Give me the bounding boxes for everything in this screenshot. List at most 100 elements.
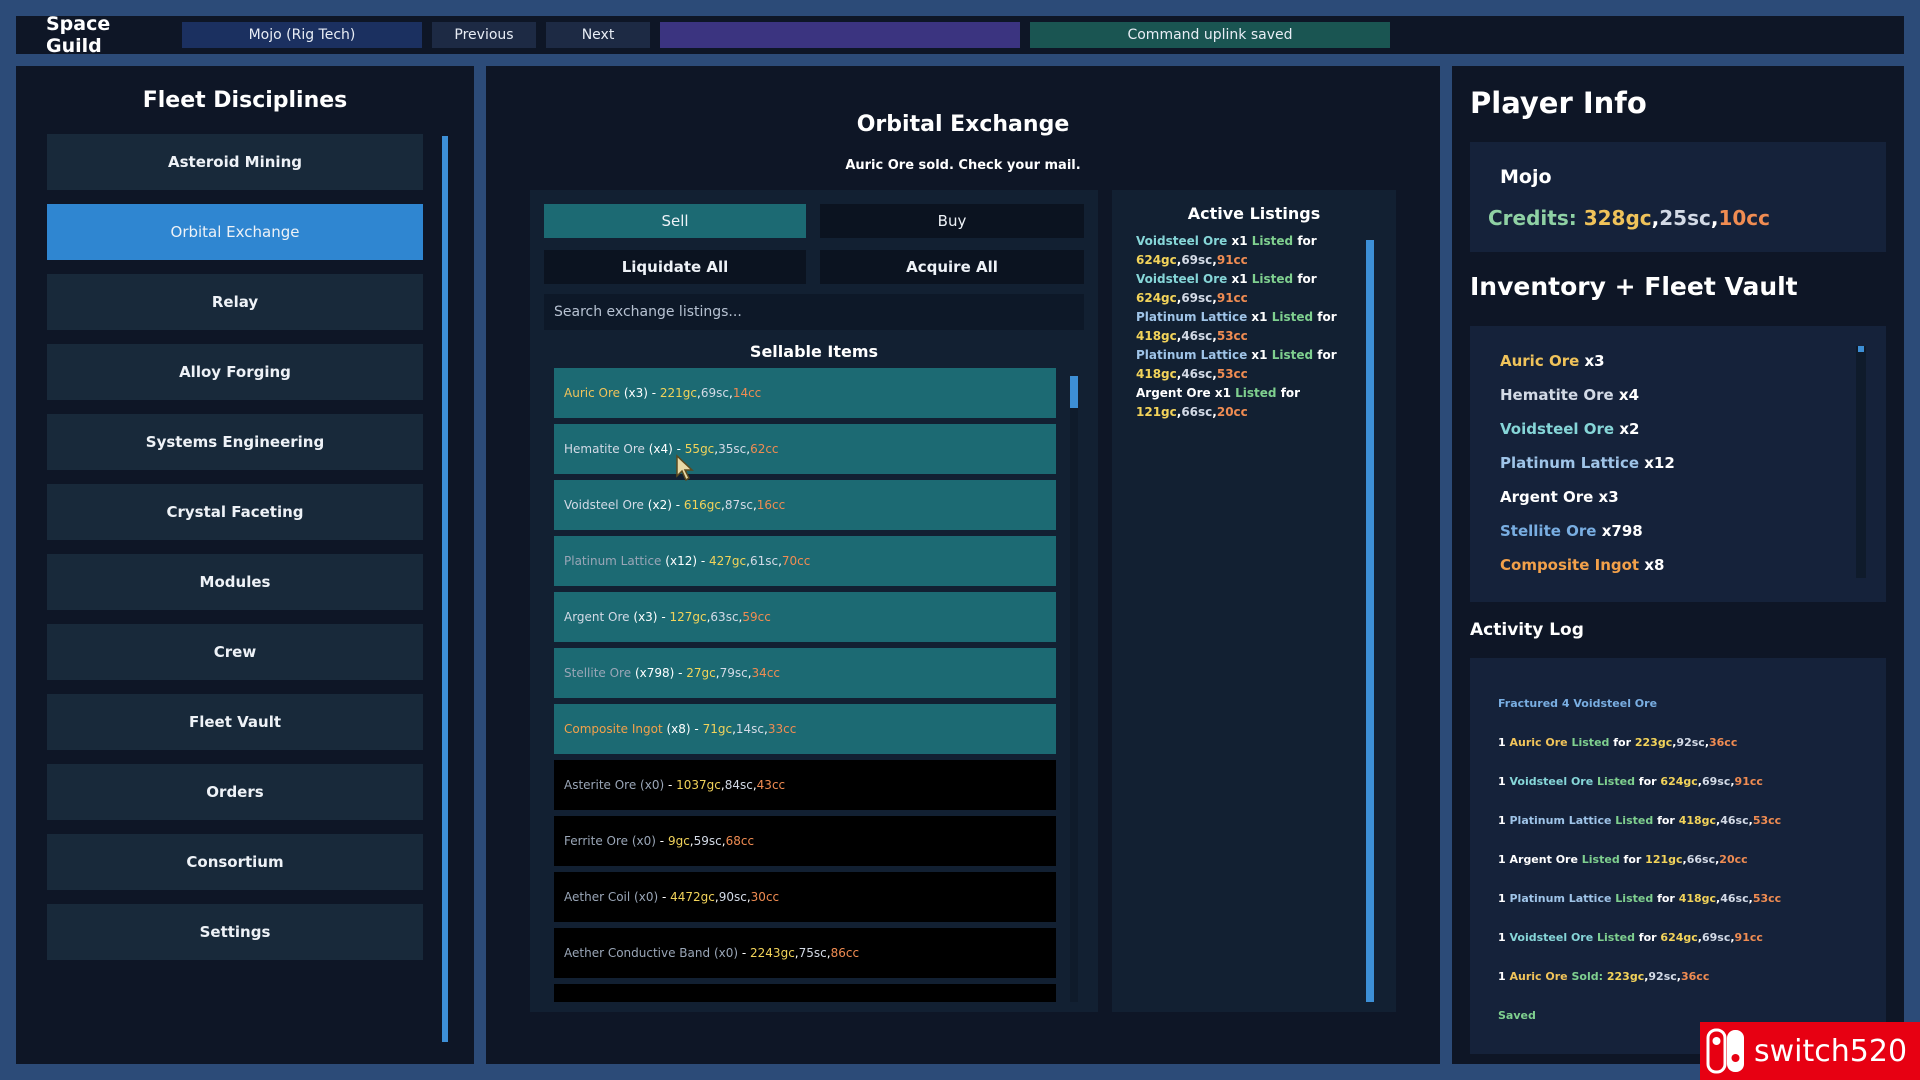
exchange-box: Sell Buy Liquidate All Acquire All Sella… xyxy=(530,190,1098,1012)
next-button[interactable]: Next xyxy=(546,22,650,48)
price-gc: 624gc xyxy=(1660,775,1698,788)
sellable-item-row[interactable]: Hematite Ore (x4) - 55gc,35sc,62cc xyxy=(554,424,1056,474)
inventory-item[interactable]: Auric Ore x3 xyxy=(1500,344,1675,378)
log-entry: 1 Voidsteel Ore Listed for 624gc,69sc,91… xyxy=(1498,762,1781,801)
active-listing[interactable]: Voidsteel Ore x1 Listed for 624gc,69sc,91… xyxy=(1136,232,1366,270)
active-listing[interactable]: Platinum Lattice x1 Listed for 418gc,46sc… xyxy=(1136,346,1366,384)
inventory-item[interactable]: Argent Ore x3 xyxy=(1500,480,1675,514)
log-action: Listed xyxy=(1581,853,1620,866)
sell-tab[interactable]: Sell xyxy=(544,204,806,238)
inventory-item[interactable]: Voidsteel Ore x2 xyxy=(1500,412,1675,446)
item-qty: (x8) xyxy=(666,722,691,736)
price-cc: 91cc xyxy=(1734,775,1763,788)
inventory-item-qty: x3 xyxy=(1584,352,1605,370)
inventory-item[interactable]: Hematite Ore x4 xyxy=(1500,378,1675,412)
price-cc: 16cc xyxy=(756,498,786,512)
log-entry: 1 Platinum Lattice Listed for 418gc,46sc… xyxy=(1498,801,1781,840)
price-cc: 33cc xyxy=(767,722,797,736)
activity-log-title: Activity Log xyxy=(1470,620,1584,640)
sellable-item-row[interactable]: Asterite Ore (x0) - 1037gc,84sc,43cc xyxy=(554,760,1056,810)
active-listings-title: Active Listings xyxy=(1187,204,1321,223)
price-gc: 127gc xyxy=(669,610,707,624)
listing-name: Voidsteel Ore xyxy=(1136,234,1228,248)
item-qty: (x0) xyxy=(634,890,659,904)
previous-button[interactable]: Previous xyxy=(432,22,536,48)
active-listing[interactable]: Platinum Lattice x1 Listed for 418gc,46sc… xyxy=(1136,308,1366,346)
log-qty: 1 xyxy=(1498,736,1506,749)
item-qty: (x2) xyxy=(647,498,672,512)
inventory-item[interactable]: Platinum Lattice x12 xyxy=(1500,446,1675,480)
page-title: Orbital Exchange xyxy=(856,112,1070,137)
sellable-item-row[interactable]: Composite Ingot (x8) - 71gc,14sc,33cc xyxy=(554,704,1056,754)
separator: - xyxy=(655,834,668,848)
sellable-item-row[interactable]: Ferrite Ore (x0) - 9gc,59sc,68cc xyxy=(554,816,1056,866)
price-gc: 418gc xyxy=(1136,367,1177,381)
nav-item-fleet-vault[interactable]: Fleet Vault xyxy=(47,694,423,750)
log-item-name: Auric Ore xyxy=(1509,736,1568,749)
price-cc: 34cc xyxy=(751,666,781,680)
sellable-item-row[interactable] xyxy=(554,984,1056,1002)
credits-sc: 25sc xyxy=(1659,206,1711,230)
liquidate-all-button[interactable]: Liquidate All xyxy=(544,250,806,284)
price-sc: 46sc xyxy=(1720,892,1749,905)
nav-item-crew[interactable]: Crew xyxy=(47,624,423,680)
price-sc: 14sc xyxy=(735,722,765,736)
active-listing[interactable]: Voidsteel Ore x1 Listed for 624gc,69sc,91… xyxy=(1136,270,1366,308)
credits-cc: 10cc xyxy=(1718,206,1770,230)
price-sc: 69sc xyxy=(1701,775,1731,788)
log-action: Listed xyxy=(1615,892,1654,905)
nav-item-asteroid-mining[interactable]: Asteroid Mining xyxy=(47,134,423,190)
nav-item-settings[interactable]: Settings xyxy=(47,904,423,960)
items-scrollbar-thumb[interactable] xyxy=(1070,376,1078,408)
log-item-name: Platinum Lattice xyxy=(1509,892,1612,905)
log-for: for xyxy=(1657,892,1675,905)
buy-tab[interactable]: Buy xyxy=(820,204,1084,238)
sellable-item-row[interactable]: Auric Ore (x3) - 221gc,69sc,14cc xyxy=(554,368,1056,418)
price-cc: 62cc xyxy=(750,442,779,456)
inventory-scrollbar-thumb[interactable] xyxy=(1858,346,1864,352)
sellable-item-row[interactable]: Aether Coil (x0) - 4472gc,90sc,30cc xyxy=(554,872,1056,922)
log-saved: Saved xyxy=(1498,1009,1536,1022)
items-scrollbar[interactable] xyxy=(1070,376,1078,1002)
active-listings-box: Active Listings Voidsteel Ore x1 Listed … xyxy=(1112,190,1396,1012)
listing-for: for xyxy=(1317,310,1337,324)
listing-qty: x1 xyxy=(1251,348,1268,362)
sellable-item-row[interactable]: Argent Ore (x3) - 127gc,63sc,59cc xyxy=(554,592,1056,642)
price-sc: 75sc xyxy=(798,946,827,960)
nav-item-orbital-exchange[interactable]: Orbital Exchange xyxy=(47,204,423,260)
disciplines-title: Fleet Disciplines xyxy=(142,88,348,113)
nav-item-modules[interactable]: Modules xyxy=(47,554,423,610)
exchange-message: Auric Ore sold. Check your mail. xyxy=(845,158,1081,173)
inventory-item[interactable]: Stellite Ore x798 xyxy=(1500,514,1675,548)
item-name: Auric Ore xyxy=(564,386,620,400)
nav-item-crystal-faceting[interactable]: Crystal Faceting xyxy=(47,484,423,540)
price-gc: 624gc xyxy=(1136,253,1177,267)
activity-log-list: Fractured 4 Voidsteel Ore 1 Auric Ore Lis… xyxy=(1498,684,1781,1035)
log-item-name: Voidsteel Ore xyxy=(1509,775,1594,788)
price-gc: 418gc xyxy=(1678,892,1717,905)
sellable-item-row[interactable]: Aether Conductive Band (x0) - 2243gc,75s… xyxy=(554,928,1056,978)
nav-item-alloy-forging[interactable]: Alloy Forging xyxy=(47,344,423,400)
acquire-all-button[interactable]: Acquire All xyxy=(820,250,1084,284)
listings-scrollbar[interactable] xyxy=(1366,240,1374,1002)
sellable-item-row[interactable]: Stellite Ore (x798) - 27gc,79sc,34cc xyxy=(554,648,1056,698)
inventory-item[interactable]: Composite Ingot x8 xyxy=(1500,548,1675,582)
price-cc: 53cc xyxy=(1216,367,1248,381)
sellable-item-row[interactable]: Voidsteel Ore (x2) - 616gc,87sc,16cc xyxy=(554,480,1056,530)
sellable-item-row[interactable]: Platinum Lattice (x12) - 427gc,61sc,70cc xyxy=(554,536,1056,586)
separator: - xyxy=(657,610,670,624)
price-gc: 418gc xyxy=(1678,814,1717,827)
activity-log-box: Fractured 4 Voidsteel Ore 1 Auric Ore Lis… xyxy=(1470,658,1886,1054)
nav-item-systems-engineering[interactable]: Systems Engineering xyxy=(47,414,423,470)
nav-item-orders[interactable]: Orders xyxy=(47,764,423,820)
inventory-scrollbar[interactable] xyxy=(1856,346,1866,578)
active-listing[interactable]: Argent Ore x1 Listed for 121gc,66sc,20cc xyxy=(1136,384,1366,422)
inventory-box: Auric Ore x3 Hematite Ore x4 Voidsteel Ore… xyxy=(1470,326,1886,602)
profile-button[interactable]: Mojo (Rig Tech) xyxy=(182,22,422,48)
search-input[interactable] xyxy=(544,294,1084,330)
inventory-item-qty: x798 xyxy=(1601,522,1643,540)
nav-scrollbar[interactable] xyxy=(442,136,448,1042)
nav-item-relay[interactable]: Relay xyxy=(47,274,423,330)
price-sc: 84sc xyxy=(724,778,753,792)
nav-item-consortium[interactable]: Consortium xyxy=(47,834,423,890)
